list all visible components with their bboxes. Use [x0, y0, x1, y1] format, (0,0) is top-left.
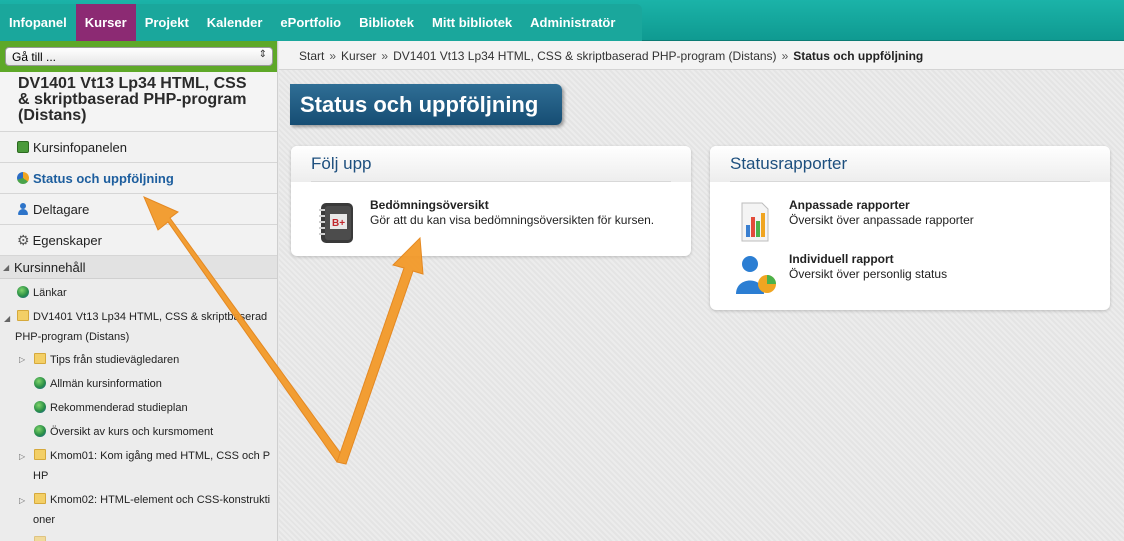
globe-icon	[17, 286, 29, 298]
breadcrumb: Start» Kurser» DV1401 Vt13 Lp34 HTML, CSS …	[279, 41, 1124, 70]
expand-triangle-icon[interactable]: ▷	[19, 452, 25, 461]
sidebar: Gå till ... ⇕ DV1401 Vt13 Lp34 HTML, CSS…	[0, 41, 278, 541]
kursinfo-icon	[17, 141, 29, 153]
collapse-triangle-icon: ◢	[3, 263, 10, 272]
section-kursinnehall[interactable]: ◢ Kursinnehåll	[0, 256, 277, 279]
icon-grade-text: B+	[332, 218, 345, 229]
tree-item-kmom01-cont: HP	[33, 470, 49, 482]
tree-item-allman[interactable]: Allmän kursinformation	[34, 374, 162, 394]
notebook-grade-icon: B+	[317, 201, 357, 245]
goto-bar: Gå till ... ⇕	[0, 41, 277, 72]
breadcrumb-current: Status och uppföljning	[793, 49, 924, 63]
folder-icon	[17, 310, 29, 321]
nav-kalender[interactable]: Kalender	[198, 4, 272, 41]
collapse-triangle-icon[interactable]: ◢	[4, 314, 10, 323]
nav-administrator[interactable]: Administratör	[521, 4, 624, 41]
main-content: Start» Kurser» DV1401 Vt13 Lp34 HTML, CSS …	[279, 41, 1124, 541]
entry-desc: Gör att du kan visa bedömningsöversikten…	[370, 213, 655, 227]
globe-icon	[34, 377, 46, 389]
main-nav: Infopanel Kurser Projekt Kalender ePortf…	[0, 4, 643, 41]
tree-item-partial	[34, 533, 50, 541]
report-chart-icon	[738, 201, 772, 243]
nav-infopanel[interactable]: Infopanel	[0, 4, 76, 41]
course-title: DV1401 Vt13 Lp34 HTML, CSS & skriptbaser…	[0, 72, 277, 132]
sidebar-item-status[interactable]: Status och uppföljning	[0, 163, 277, 194]
entry-desc: Översikt över anpassade rapporter	[789, 213, 974, 227]
nav-kurser[interactable]: Kurser	[75, 4, 136, 41]
sidebar-item-label: Status och uppföljning	[33, 170, 174, 186]
goto-select[interactable]: Gå till ... ⇕	[5, 47, 273, 66]
goto-select-value: Gå till ...	[12, 50, 57, 64]
nav-mitt-bibliotek[interactable]: Mitt bibliotek	[423, 4, 521, 41]
entry-title[interactable]: Anpassade rapporter	[789, 198, 974, 212]
globe-icon	[34, 401, 46, 413]
anpassade-rapporter-entry[interactable]: Anpassade rapporter Översikt över anpass…	[789, 198, 974, 227]
entry-desc: Översikt över personlig status	[789, 267, 948, 281]
nav-projekt[interactable]: Projekt	[136, 4, 198, 41]
tree-item-oversikt[interactable]: Översikt av kurs och kursmoment	[34, 422, 213, 442]
expand-triangle-icon[interactable]: ▷	[19, 496, 25, 505]
statusrapporter-panel: Statusrapporter Anpassade rapporter Över…	[710, 146, 1110, 310]
breadcrumb-course[interactable]: DV1401 Vt13 Lp34 HTML, CSS & skriptbaser…	[393, 49, 777, 63]
tree-item-tips[interactable]: Tips från studievägledaren	[34, 350, 179, 370]
tree-item-kmom02[interactable]: Kmom02: HTML-element och CSS-konstrukti	[34, 490, 270, 510]
gear-icon: ⚙	[17, 231, 30, 248]
sidebar-item-label: Egenskaper	[32, 232, 102, 248]
person-icon	[17, 203, 29, 215]
sidebar-item-label: Deltagare	[33, 201, 90, 217]
folder-icon	[34, 493, 46, 504]
tree-item-lankar[interactable]: Länkar	[17, 283, 67, 303]
sidebar-item-kursinfopanelen[interactable]: Kursinfopanelen	[0, 132, 277, 163]
sidebar-item-deltagare[interactable]: Deltagare	[0, 194, 277, 225]
page-title: Status och uppföljning	[290, 84, 562, 125]
entry-title[interactable]: Individuell rapport	[789, 252, 947, 266]
nav-eportfolio[interactable]: ePortfolio	[271, 4, 350, 41]
personal-report-icon	[734, 252, 778, 296]
tree-item-course-folder-cont: PHP-program (Distans)	[15, 331, 130, 343]
sidebar-item-label: Kursinfopanelen	[33, 139, 127, 155]
sidebar-item-egenskaper[interactable]: ⚙ Egenskaper	[0, 225, 277, 256]
status-icon	[17, 172, 29, 184]
individuell-rapport-entry[interactable]: Individuell rapport Översikt över person…	[789, 252, 947, 281]
folder-icon	[34, 353, 46, 364]
section-label: Kursinnehåll	[14, 259, 86, 275]
tree-item-course-folder[interactable]: DV1401 Vt13 Lp34 HTML, CSS & skriptbaser…	[17, 307, 267, 327]
statusrapporter-heading: Statusrapporter	[730, 154, 848, 173]
folj-upp-panel: Följ upp B+ Bedömningsöversikt Gör att d…	[291, 146, 691, 256]
breadcrumb-kurser[interactable]: Kurser	[341, 49, 376, 63]
tree-item-studieplan[interactable]: Rekommenderad studieplan	[34, 398, 188, 418]
tree-item-kmom01[interactable]: Kmom01: Kom igång med HTML, CSS och P	[34, 446, 270, 466]
breadcrumb-start[interactable]: Start	[299, 49, 324, 63]
tree-item-kmom02-cont: oner	[33, 514, 56, 526]
globe-icon	[34, 425, 46, 437]
select-arrows-icon: ⇕	[258, 49, 267, 60]
folder-icon	[34, 449, 46, 460]
bedomningsoversikt-entry[interactable]: Bedömningsöversikt Gör att du kan visa b…	[370, 198, 654, 227]
entry-title[interactable]: Bedömningsöversikt	[370, 198, 654, 212]
folj-upp-heading: Följ upp	[311, 154, 372, 173]
expand-triangle-icon[interactable]: ▷	[19, 355, 25, 364]
nav-bibliotek[interactable]: Bibliotek	[350, 4, 423, 41]
folder-icon	[34, 536, 46, 541]
